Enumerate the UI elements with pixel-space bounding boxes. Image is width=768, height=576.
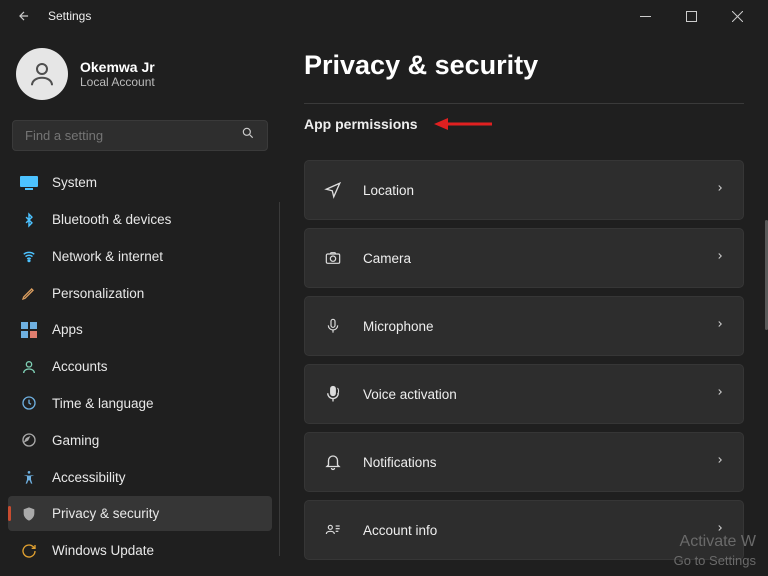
personalization-icon — [20, 284, 38, 302]
chevron-right-icon — [715, 249, 725, 268]
window-title: Settings — [48, 9, 91, 23]
permission-label: Camera — [363, 251, 411, 266]
account-type: Local Account — [80, 75, 155, 89]
sidebar-item-gaming[interactable]: Gaming — [8, 423, 272, 458]
gaming-icon — [20, 431, 38, 449]
shield-icon — [20, 505, 38, 523]
accounts-icon — [20, 358, 38, 376]
voice-activation-icon — [323, 384, 343, 404]
sidebar-item-label: Time & language — [52, 396, 154, 411]
sidebar-item-label: Windows Update — [52, 543, 154, 558]
permission-notifications[interactable]: Notifications — [304, 432, 744, 492]
permission-label: Location — [363, 183, 414, 198]
bluetooth-icon — [20, 211, 38, 229]
sidebar-item-update[interactable]: Windows Update — [8, 533, 272, 568]
section-header: App permissions — [304, 103, 744, 140]
sidebar-item-bluetooth[interactable]: Bluetooth & devices — [8, 202, 272, 237]
sidebar-item-label: Privacy & security — [52, 506, 159, 521]
sidebar-item-accounts[interactable]: Accounts — [8, 349, 272, 384]
sidebar-item-time[interactable]: Time & language — [8, 386, 272, 421]
search-icon — [241, 126, 255, 145]
camera-icon — [323, 250, 343, 266]
permission-label: Account info — [363, 523, 437, 538]
account-info-icon — [323, 522, 343, 538]
titlebar: Settings — [0, 0, 768, 32]
permission-voice-activation[interactable]: Voice activation — [304, 364, 744, 424]
chevron-right-icon — [715, 181, 725, 200]
avatar — [16, 48, 68, 100]
sidebar-item-privacy[interactable]: Privacy & security — [8, 496, 272, 531]
account-block[interactable]: Okemwa Jr Local Account — [8, 40, 272, 108]
sidebar-item-label: Personalization — [52, 286, 144, 301]
wifi-icon — [20, 247, 38, 265]
system-icon — [20, 174, 38, 192]
back-button[interactable] — [8, 9, 40, 23]
sidebar-item-network[interactable]: Network & internet — [8, 239, 272, 274]
bell-icon — [323, 452, 343, 472]
permission-label: Microphone — [363, 319, 434, 334]
watermark: Activate W Go to Settings — [674, 532, 756, 570]
minimize-button[interactable] — [622, 0, 668, 32]
content-pane: Privacy & security App permissions Locat… — [280, 32, 768, 576]
account-name: Okemwa Jr — [80, 59, 155, 75]
chevron-right-icon — [715, 317, 725, 336]
sidebar-item-accessibility[interactable]: Accessibility — [8, 460, 272, 495]
sidebar-item-apps[interactable]: Apps — [8, 313, 272, 348]
sidebar-item-label: Bluetooth & devices — [52, 212, 171, 227]
sidebar-item-system[interactable]: System — [8, 165, 272, 200]
sidebar-item-label: Accounts — [52, 359, 108, 374]
permission-location[interactable]: Location — [304, 160, 744, 220]
permission-label: Voice activation — [363, 387, 457, 402]
accessibility-icon — [20, 468, 38, 486]
permission-label: Notifications — [363, 455, 437, 470]
sidebar-item-label: System — [52, 175, 97, 190]
search-box[interactable] — [12, 120, 268, 151]
sidebar-item-label: Gaming — [52, 433, 99, 448]
sidebar-item-label: Network & internet — [52, 249, 163, 264]
time-icon — [20, 394, 38, 412]
chevron-right-icon — [715, 453, 725, 472]
permission-camera[interactable]: Camera — [304, 228, 744, 288]
microphone-icon — [323, 316, 343, 336]
close-button[interactable] — [714, 0, 760, 32]
chevron-right-icon — [715, 385, 725, 404]
location-icon — [323, 181, 343, 199]
sidebar-item-personalization[interactable]: Personalization — [8, 276, 272, 311]
annotation-arrow-icon — [434, 114, 494, 134]
permission-microphone[interactable]: Microphone — [304, 296, 744, 356]
search-input[interactable] — [25, 128, 241, 143]
update-icon — [20, 542, 38, 560]
maximize-button[interactable] — [668, 0, 714, 32]
window-controls — [622, 0, 760, 32]
nav-list: System Bluetooth & devices Network & int… — [8, 165, 272, 568]
sidebar-item-label: Apps — [52, 322, 83, 337]
page-title: Privacy & security — [304, 50, 744, 81]
sidebar: Okemwa Jr Local Account System Bluetooth… — [0, 32, 280, 576]
permission-list: Location Camera Microphone Voice activat… — [304, 160, 744, 560]
apps-icon — [20, 321, 38, 339]
sidebar-item-label: Accessibility — [52, 470, 126, 485]
